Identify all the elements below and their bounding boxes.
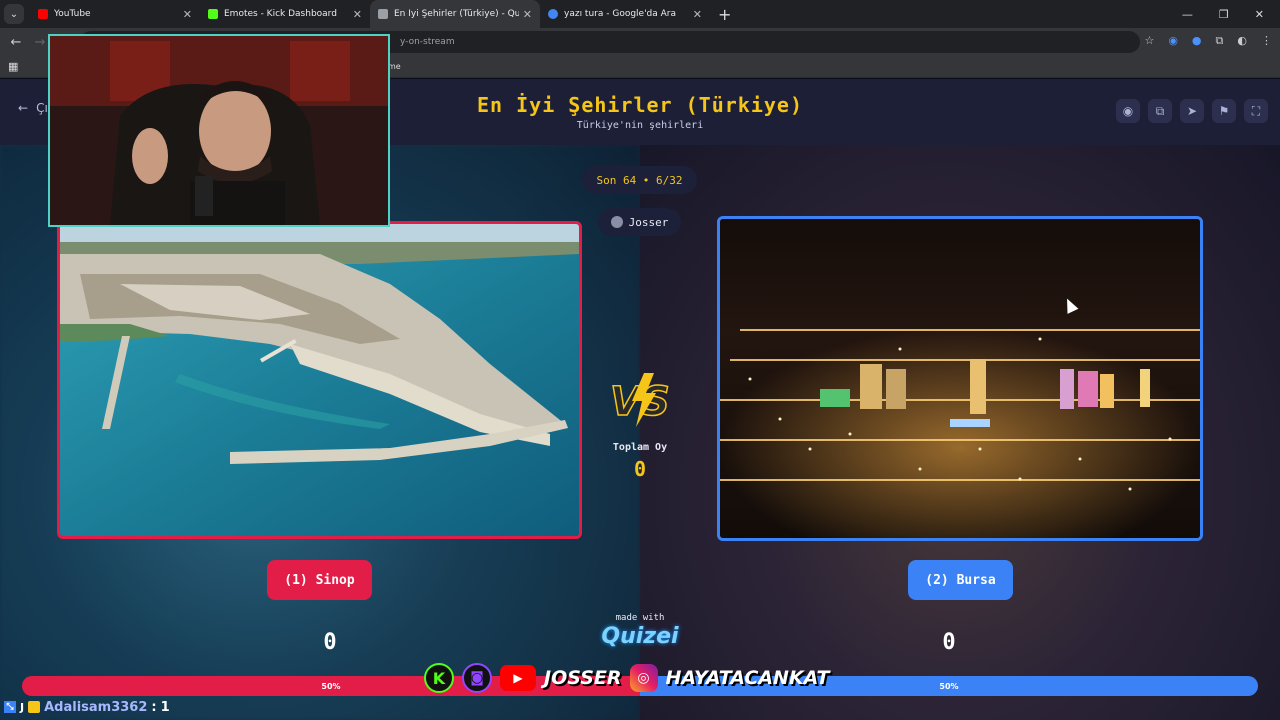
instagram-name: HAYATACANKAT	[665, 667, 830, 689]
puzzle-icon[interactable]: ⧉	[1216, 34, 1224, 48]
tab-title: yazı tura - Google'da Ara	[564, 9, 677, 19]
profile-icon[interactable]: ◐	[1237, 34, 1247, 48]
flag-icon[interactable]: ⚑	[1212, 99, 1236, 123]
back-arrow-icon[interactable]: ←	[4, 35, 28, 50]
user-name: Josser	[628, 215, 669, 229]
total-votes-label: Toplam Oy	[612, 442, 668, 453]
youtube-logo-icon: ▶	[500, 665, 536, 691]
chat-username: Adalisam3362	[44, 699, 148, 715]
header-actions: ◉ ⧉ ➤ ⚑ ⛶	[1116, 99, 1268, 123]
instagram-logo-icon: ◎	[629, 664, 658, 692]
quizei-favicon-icon	[378, 9, 388, 19]
google-favicon-icon	[548, 9, 558, 19]
new-tab-icon[interactable]: +	[718, 5, 731, 24]
youtube-favicon-icon	[38, 9, 48, 19]
menu-icon[interactable]: ⋮	[1261, 34, 1272, 48]
sinop-harbor-image	[60, 224, 579, 536]
tab-youtube[interactable]: YouTube ✕	[30, 0, 200, 28]
vs-lightning-icon: VS	[609, 373, 671, 427]
apps-grid-icon[interactable]: ▦	[8, 60, 18, 73]
extension-icons: ☆ ◉ ● ⧉ ◐ ⋮	[1144, 34, 1272, 48]
subscriber-badge-icon: ⤡	[4, 701, 16, 713]
bursa-night-image	[720, 219, 1200, 538]
fullscreen-icon[interactable]: ⛶	[1244, 99, 1268, 123]
user-pill: Josser	[598, 208, 681, 236]
tab-title: YouTube	[54, 9, 91, 19]
left-vote-count: 0	[323, 630, 337, 655]
kick-favicon-icon	[208, 9, 218, 19]
option-right-button[interactable]: (2) Bursa	[908, 560, 1013, 600]
tab-title: Emotes - Kick Dashboard	[224, 9, 337, 19]
minimize-icon[interactable]: —	[1182, 8, 1193, 21]
close-window-icon[interactable]: ✕	[1255, 8, 1264, 21]
crown-badge-icon	[28, 701, 41, 713]
user-avatar	[610, 216, 623, 228]
twitch-logo-icon: ◙	[462, 663, 492, 693]
chat-text: 1	[160, 699, 170, 715]
send-icon[interactable]: ➤	[1180, 99, 1204, 123]
close-tab-icon[interactable]: ✕	[693, 8, 702, 21]
tab-search-icon[interactable]: ⌄	[4, 4, 24, 24]
socials-overlay: K ◙ ▶ JOSSER ◎ HAYATACANKAT	[424, 662, 830, 694]
chat-message: ⤡ J Adalisam3362 : 1	[4, 697, 170, 717]
star-icon[interactable]: ☆	[1144, 34, 1154, 48]
option-left-button[interactable]: (1) Sinop	[267, 560, 372, 600]
window-controls: — ❐ ✕	[1182, 8, 1280, 21]
badge-letter: J	[20, 700, 25, 714]
round-indicator: Son 64 • 6/32	[582, 166, 697, 194]
total-votes-value: 0	[633, 457, 647, 481]
eye-icon[interactable]: ◉	[1116, 99, 1140, 123]
kick-logo-icon: K	[424, 663, 454, 693]
streamer-webcam-image	[50, 36, 388, 225]
option-right-image[interactable]	[717, 216, 1203, 541]
browser-tab-bar: ⌄ YouTube ✕ Emotes - Kick Dashboard ✕ En…	[0, 0, 1280, 28]
tab-quizei[interactable]: En İyi Şehirler (Türkiye) - Quizei ✕	[370, 0, 540, 28]
extension-icon[interactable]: ●	[1192, 34, 1202, 48]
webcam-overlay	[48, 34, 390, 227]
close-tab-icon[interactable]: ✕	[523, 8, 532, 21]
tab-google-search[interactable]: yazı tura - Google'da Ara ✕	[540, 0, 710, 28]
option-left-image[interactable]	[57, 221, 582, 539]
close-tab-icon[interactable]: ✕	[183, 8, 192, 21]
close-tab-icon[interactable]: ✕	[353, 8, 362, 21]
tab-title: En İyi Şehirler (Türkiye) - Quizei	[394, 9, 519, 19]
copy-icon[interactable]: ⧉	[1148, 99, 1172, 123]
restore-icon[interactable]: ❐	[1219, 8, 1229, 21]
tab-kick-dashboard[interactable]: Emotes - Kick Dashboard ✕	[200, 0, 370, 28]
socials-name: JOSSER	[544, 667, 622, 689]
right-vote-count: 0	[942, 630, 956, 655]
quizei-logo[interactable]: Quizei	[590, 624, 690, 649]
made-with-label: made with	[615, 613, 665, 623]
chat-separator: :	[151, 699, 157, 715]
extension-icon[interactable]: ◉	[1168, 34, 1178, 48]
